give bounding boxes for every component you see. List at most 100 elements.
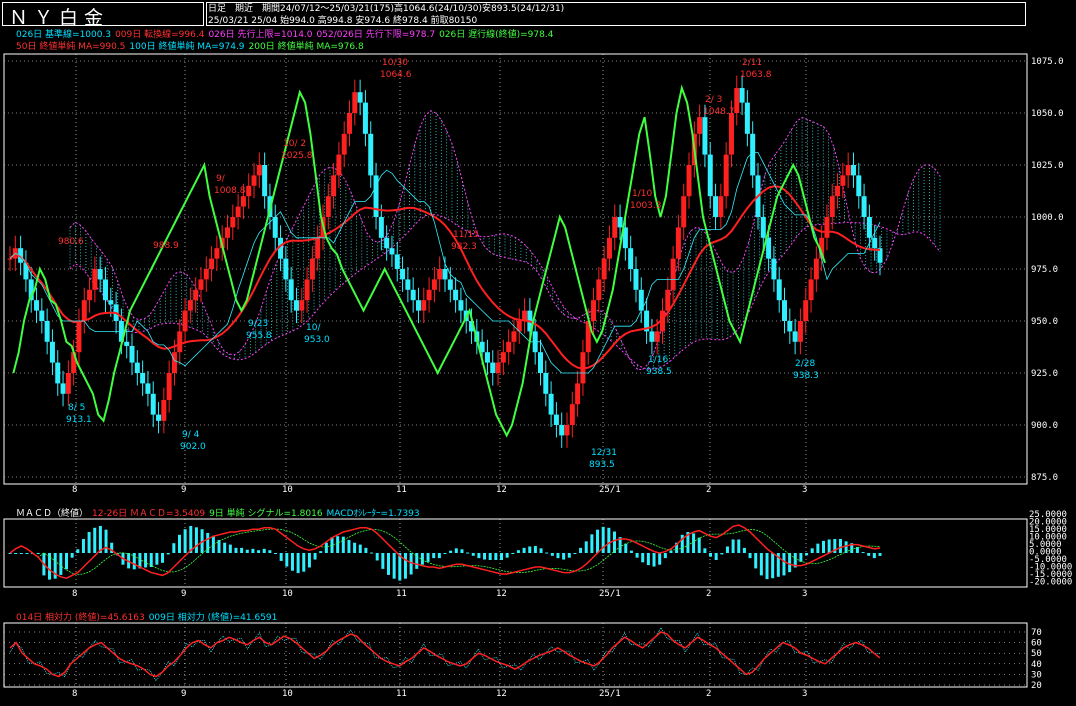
macd-histogram-bar [449,550,453,553]
macd-histogram-bar [635,553,639,558]
candle-body [776,279,782,301]
macd-histogram-bar [737,539,741,553]
candle-body [845,165,851,176]
candle-body [352,92,358,113]
candle-body [728,113,734,155]
candle-body [193,289,199,301]
macd-histogram-bar [313,553,317,560]
macd-histogram-bar [629,550,633,553]
candle-body [447,279,453,290]
x-axis-label: 8 [72,689,77,699]
macd-histogram-bar [353,542,357,553]
candle-body [617,217,623,228]
macd-histogram-bar [596,529,600,553]
candle-body [797,321,803,342]
x-axis-label: 10 [282,689,293,699]
candle-body [7,258,13,260]
macd-histogram-bar [336,536,340,553]
macd-histogram-bar [771,553,775,579]
candle-body [575,383,581,405]
candle-body [543,373,549,394]
candle-body [697,117,703,134]
candle-body [389,248,395,255]
macd-histogram-bar [709,553,713,557]
annotation-value: 955.8 [246,331,272,341]
macd-histogram-bar [144,553,148,568]
annotation-date: 1/16 [648,355,668,365]
x-axis-label: 3 [802,689,807,699]
candle-body [336,154,342,176]
macd-histogram-bar [240,547,244,553]
macd-histogram-bar [59,553,63,575]
macd-histogram-bar [460,549,464,553]
candle-body [315,237,321,259]
candle-body [341,133,347,155]
rsi-y-tick: 50 [1031,649,1042,659]
macd-histogram-bar [381,553,385,569]
macd-histogram-bar [36,553,40,554]
candle-body [771,258,777,280]
annotation-value: 982.3 [451,242,477,252]
candle-body [145,383,151,394]
macd-histogram-bar [302,553,306,572]
macd-histogram-bar [93,527,97,553]
candle-body [240,196,246,207]
candle-body [835,185,841,197]
rsi-y-tick: 70 [1031,628,1042,638]
x-axis-label: 9 [181,689,186,699]
x-axis-label: 3 [802,485,807,495]
macd-histogram-bar [477,553,481,559]
candle-body [840,175,846,186]
macd-histogram-bar [183,529,187,553]
macd-histogram-bar [223,542,227,553]
macd-histogram-bar [816,543,820,553]
candle-body [102,279,108,301]
candle-body [681,196,687,228]
main-y-tick: 1050.0 [1031,109,1064,119]
candle-body [792,331,798,342]
x-axis-label: 3 [802,589,807,599]
macd-histogram-bar [155,553,159,565]
candle-body [686,165,692,197]
annotation-date: 1/10 [632,189,652,199]
candle-body [612,217,618,238]
annotation-value: 1064.6 [380,70,412,80]
macd-histogram-bar [194,527,198,553]
candle-body [415,300,421,311]
macd-histogram-bar [25,553,29,554]
main-y-tick: 900.0 [1031,421,1058,431]
macd-histogram-bar [550,553,554,556]
x-axis-label: 8 [72,485,77,495]
macd-histogram-bar [528,546,532,553]
macd-histogram-bar [432,553,436,559]
x-axis-label: 25/1 [599,589,621,599]
annotation-date: 9/23 [248,319,268,329]
candle-body [384,237,390,249]
candle-body [235,206,241,217]
candle-body [378,217,384,238]
macd-histogram-bar [104,529,108,553]
macd-histogram-bar [437,553,441,559]
candle-body [55,362,61,384]
x-axis-label: 9 [181,589,186,599]
candle-body [394,254,400,269]
macd-histogram-bar [403,553,407,579]
macd-histogram-bar [166,553,170,555]
candle-body [872,237,878,249]
macd-histogram-bar [573,553,577,554]
annotation-date: 11/15 [453,230,479,240]
macd-histogram-bar [567,553,571,558]
candle-body [405,279,411,290]
annotation-value: 1008.8 [214,186,246,196]
macd-histogram-bar [364,547,368,553]
x-axis-label: 12 [496,485,507,495]
macd-histogram-bar [262,548,266,553]
macd-histogram-bar [754,553,758,569]
macd-histogram-bar [663,553,667,559]
macd-histogram-bar [703,548,707,553]
x-axis-label: 2 [706,589,711,599]
annotation-value: 1003.3 [630,201,662,211]
candle-body [309,258,315,280]
macd-histogram-bar [341,536,345,553]
macd-histogram-bar [87,532,91,553]
